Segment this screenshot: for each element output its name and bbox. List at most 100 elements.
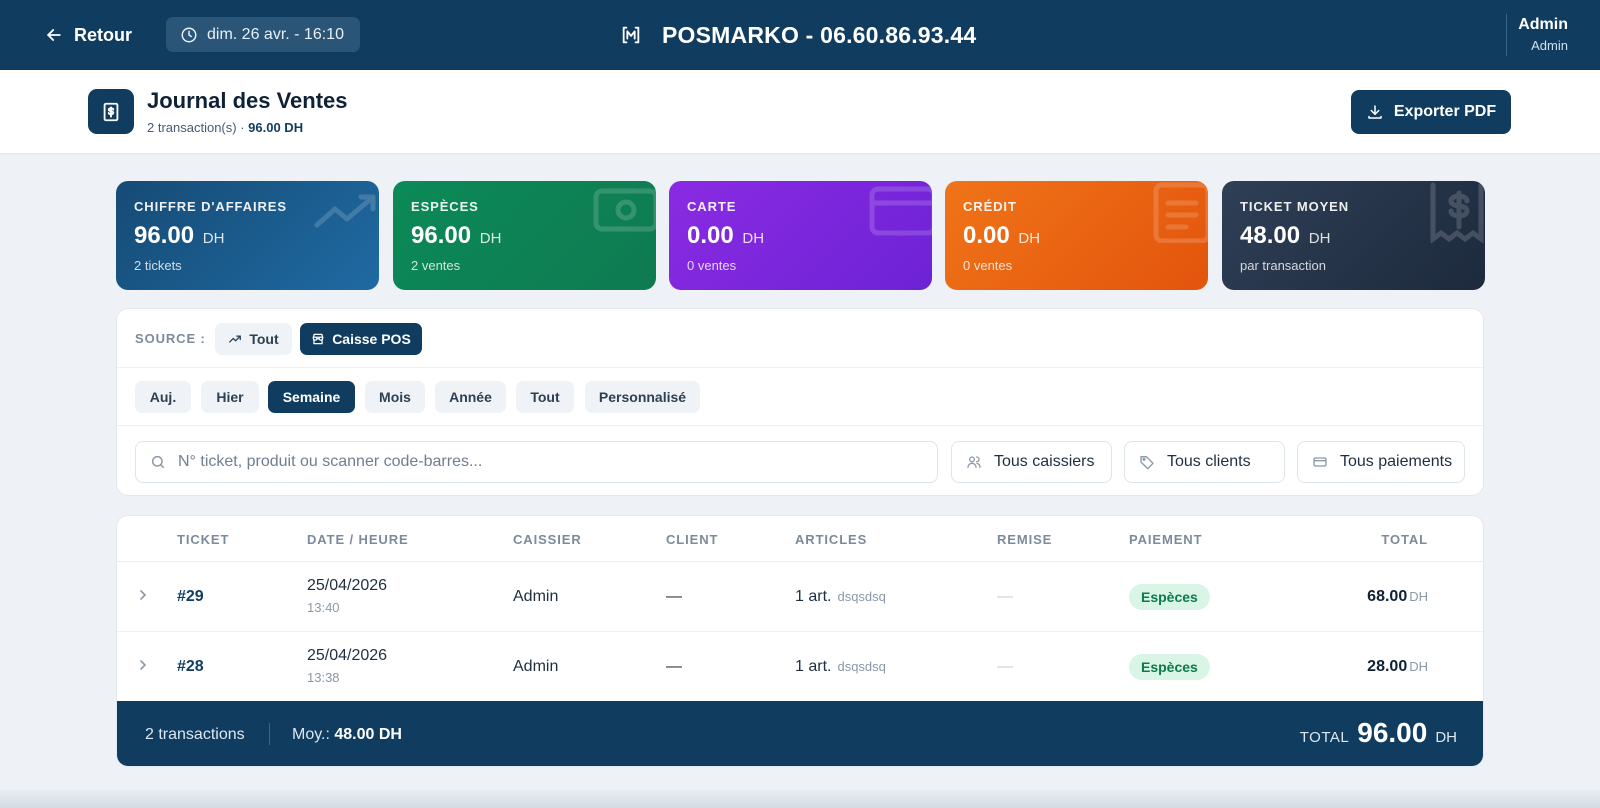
user-role: Admin	[1531, 38, 1568, 53]
footer-total: TOTAL 96.00 DH	[1300, 717, 1457, 749]
search-placeholder: N° ticket, produit ou scanner code-barre…	[178, 453, 483, 470]
total-unit: DH	[1409, 659, 1428, 674]
stat-card-revenue: CHIFFRE D'AFFAIRES 96.00 DH 2 tickets	[116, 181, 379, 290]
stat-unit: DH	[1308, 230, 1331, 247]
period-today[interactable]: Auj.	[135, 381, 191, 413]
export-pdf-button[interactable]: Exporter PDF	[1351, 90, 1511, 134]
payment-select-value: Tous paiements	[1340, 453, 1453, 470]
discount: —	[997, 588, 1013, 605]
total-amount: 68.00	[1367, 588, 1408, 605]
sale-date: 25/04/2026	[307, 647, 388, 664]
back-button[interactable]: Retour	[44, 22, 132, 48]
ticket-number[interactable]: #29	[177, 588, 204, 606]
total-label: TOTAL	[1299, 729, 1350, 746]
footer-count: 2 transactions	[145, 726, 245, 743]
column-header-payment[interactable]: PAIEMENT	[1129, 532, 1202, 547]
store-logo-icon	[622, 26, 640, 44]
column-header-client[interactable]: CLIENT	[666, 532, 718, 547]
stat-number: 0.00	[687, 222, 734, 249]
trend-up-icon	[229, 335, 242, 343]
stat-unit: DH	[479, 230, 502, 247]
stat-card-card: CARTE 0.00 DH 0 ventes	[669, 181, 932, 290]
payment-badge: Espèces	[1129, 584, 1210, 610]
total-amount: 28.00	[1367, 658, 1408, 675]
user-menu[interactable]: Admin Admin	[1518, 16, 1568, 53]
stat-number: 0.00	[963, 222, 1010, 249]
total-unit: DH	[1409, 589, 1428, 604]
period-all[interactable]: Tout	[516, 381, 574, 413]
datetime-text: dim. 26 avr. - 16:10	[207, 25, 344, 43]
source-pos-button[interactable]: Caisse POS	[300, 323, 422, 355]
column-header-ticket[interactable]: TICKET	[177, 532, 229, 547]
datetime-display: dim. 26 avr. - 16:10	[166, 17, 360, 52]
cashier-select[interactable]: Tous caissiers	[951, 441, 1112, 483]
search-icon	[151, 455, 165, 469]
articles: 1 art. dsqsdsq	[795, 588, 886, 606]
period-week[interactable]: Semaine	[268, 381, 355, 413]
sale-time: 13:40	[307, 600, 340, 615]
search-input[interactable]: N° ticket, produit ou scanner code-barre…	[135, 441, 938, 483]
user-divider	[1506, 14, 1507, 56]
stat-unit: DH	[742, 230, 765, 247]
page-title: Journal des Ventes	[147, 88, 348, 113]
cashier-name: Admin	[513, 588, 559, 605]
articles: 1 art. dsqsdsq	[795, 658, 886, 676]
discount: —	[997, 658, 1013, 675]
client-name: —	[666, 588, 682, 605]
table-row[interactable]: #28 25/04/2026 13:38 Admin — 1 art. dsqsd…	[117, 632, 1483, 702]
cashier-name: Admin	[513, 658, 559, 675]
top-bar: Retour dim. 26 avr. - 16:10 POSMARKO - 0…	[0, 0, 1600, 70]
stat-number: 48.00	[1240, 222, 1301, 249]
transaction-count: 2 transaction(s) ·	[147, 120, 249, 135]
payment-select[interactable]: Tous paiements	[1297, 441, 1465, 483]
download-icon	[1368, 105, 1382, 119]
brand: POSMARKO - 06.60.86.93.44	[620, 20, 976, 50]
period-year[interactable]: Année	[435, 381, 506, 413]
stat-unit: DH	[1018, 230, 1041, 247]
row-total: 68.00 DH	[1367, 588, 1428, 606]
cashier-select-value: Tous caissiers	[994, 453, 1095, 470]
payment-badge: Espèces	[1129, 654, 1210, 680]
stat-label: CHIFFRE D'AFFAIRES	[134, 199, 287, 214]
period-custom[interactable]: Personnalisé	[585, 381, 700, 413]
stat-sub: 2 ventes	[411, 258, 461, 273]
chevron-right-icon[interactable]	[137, 658, 149, 672]
stat-label: CRÉDIT	[963, 199, 1017, 214]
source-pos-label: Caisse POS	[332, 331, 411, 347]
stat-card-average-ticket: TICKET MOYEN 48.00 DH par transaction	[1222, 181, 1485, 290]
period-yesterday[interactable]: Hier	[201, 381, 259, 413]
ticket-number[interactable]: #28	[177, 658, 204, 676]
sale-time: 13:38	[307, 670, 340, 685]
chevron-right-icon[interactable]	[137, 588, 149, 602]
page-header: Journal des Ventes 2 transaction(s) · 96…	[0, 70, 1600, 154]
filter-panel: SOURCE : Tout Caisse POS Auj. Hier Semai…	[116, 308, 1484, 496]
column-header-cashier[interactable]: CAISSIER	[513, 532, 582, 547]
article-name: dsqsdsq	[837, 659, 886, 674]
column-header-articles[interactable]: ARTICLES	[795, 532, 867, 547]
stat-sub: 0 ventes	[687, 258, 737, 273]
client-select-value: Tous clients	[1167, 453, 1251, 470]
arrow-left-icon	[47, 29, 61, 41]
column-header-date[interactable]: DATE / HEURE	[307, 532, 409, 547]
stat-sub: 0 ventes	[963, 258, 1013, 273]
brand-text: POSMARKO - 06.60.86.93.44	[662, 21, 977, 48]
export-label: Exporter PDF	[1393, 103, 1497, 120]
row-divider	[117, 425, 1483, 426]
source-all-button[interactable]: Tout	[215, 323, 292, 355]
clock-icon	[181, 27, 197, 42]
client-select[interactable]: Tous clients	[1124, 441, 1285, 483]
stat-label: ESPÈCES	[411, 199, 479, 214]
tag-icon	[1140, 456, 1154, 470]
table-row[interactable]: #29 25/04/2026 13:40 Admin — 1 art. dsqsd…	[117, 562, 1483, 632]
table-footer: 2 transactions Moy.: 48.00 DH TOTAL 96.0…	[117, 701, 1483, 766]
client-name: —	[666, 658, 682, 675]
total-value: 96.00	[1357, 717, 1428, 748]
window-bottom-edge	[0, 790, 1600, 808]
column-header-discount[interactable]: REMISE	[997, 532, 1052, 547]
column-header-total[interactable]: TOTAL	[1381, 532, 1428, 547]
period-month[interactable]: Mois	[365, 381, 425, 413]
stat-number: 96.00	[134, 222, 195, 249]
sale-date: 25/04/2026	[307, 577, 388, 594]
footer-average: Moy.: 48.00 DH	[292, 726, 402, 744]
row-total: 28.00 DH	[1367, 658, 1428, 676]
